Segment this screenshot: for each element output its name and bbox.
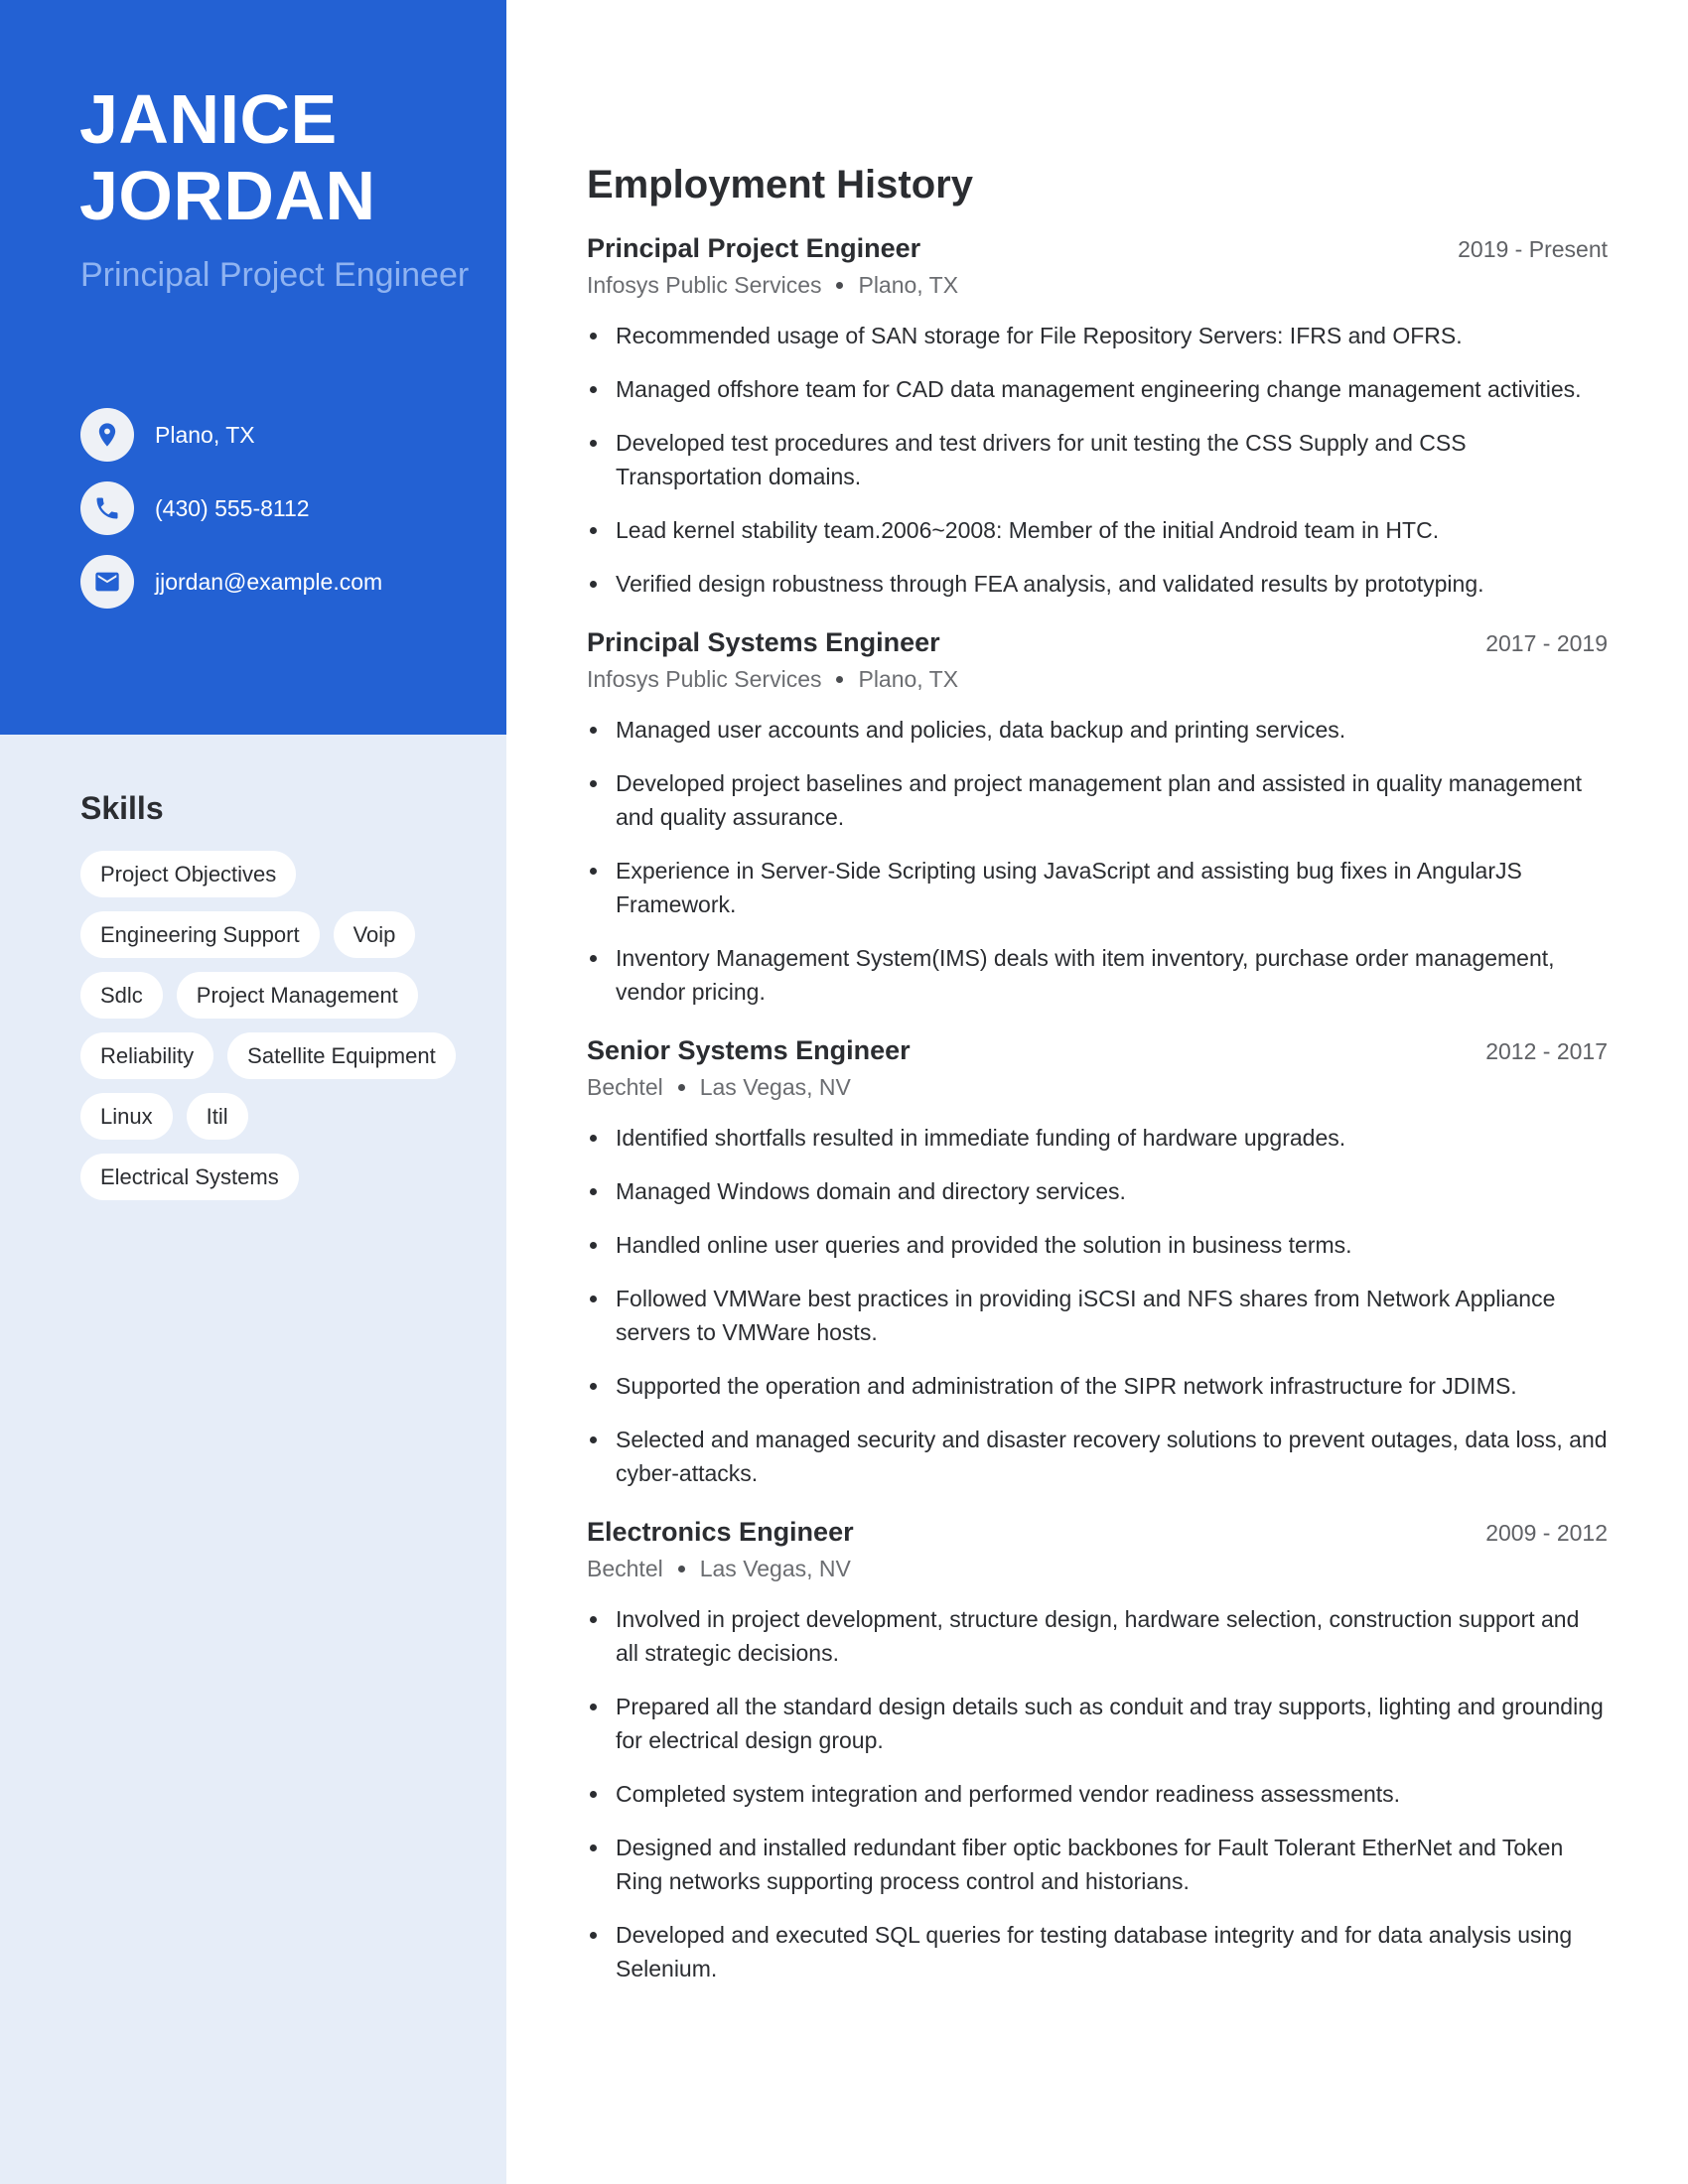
job-entry: Senior Systems Engineer 2012 - 2017 Bechte… [587,1032,1608,1490]
job-bullets: Involved in project development, structu… [587,1602,1608,1985]
main-content: Employment History Principal Project Eng… [587,159,1608,2009]
job-location: Plano, TX [858,272,959,298]
job-bullet: Recommended usage of SAN storage for Fil… [587,319,1608,352]
job-entry: Electronics Engineer 2009 - 2012 Bechtel La… [587,1514,1608,1985]
skills-heading: Skills [80,790,164,826]
job-bullet: Managed user accounts and policies, data… [587,713,1608,747]
job-bullets: Identified shortfalls resulted in immedi… [587,1121,1608,1490]
job-bullet: Handled online user queries and provided… [587,1228,1608,1262]
contact-location-text: Plano, TX [155,421,255,448]
contact-list: Plano, TX (430) 555-8112 jjordan@example… [80,408,382,628]
envelope-icon [80,555,134,609]
last-name: JORDAN [79,157,376,234]
job-header: Senior Systems Engineer 2012 - 2017 [587,1032,1608,1069]
job-bullet: Managed Windows domain and directory ser… [587,1174,1608,1208]
skills-list: Project Objectives Engineering Support V… [80,851,478,1214]
contact-phone: (430) 555-8112 [80,481,382,535]
phone-icon [80,481,134,535]
location-pin-icon [80,408,134,462]
job-bullet: Developed project baselines and project … [587,766,1608,834]
job-meta: Bechtel Las Vegas, NV [587,1551,1608,1586]
candidate-name: JANICE JORDAN [79,81,496,234]
separator-dot-icon [677,1565,685,1572]
contact-email-text[interactable]: jjordan@example.com [155,569,382,596]
skill-chip: Satellite Equipment [227,1032,456,1079]
contact-location: Plano, TX [80,408,382,462]
skill-chip: Linux [80,1093,173,1140]
contact-email: jjordan@example.com [80,555,382,609]
job-header: Electronics Engineer 2009 - 2012 [587,1514,1608,1551]
job-bullet: Managed offshore team for CAD data manag… [587,372,1608,406]
job-title: Electronics Engineer [587,1517,854,1547]
job-location: Las Vegas, NV [699,1074,851,1100]
job-list: Principal Project Engineer 2019 - Present… [587,230,1608,1985]
job-company: Infosys Public Services [587,272,822,298]
job-header: Principal Systems Engineer 2017 - 2019 [587,624,1608,661]
first-name: JANICE [79,80,338,158]
job-meta: Infosys Public Services Plano, TX [587,267,1608,303]
skill-chip: Project Objectives [80,851,297,897]
separator-dot-icon [677,1083,685,1091]
job-header: Principal Project Engineer 2019 - Present [587,230,1608,267]
job-meta: Bechtel Las Vegas, NV [587,1069,1608,1105]
job-bullets: Managed user accounts and policies, data… [587,713,1608,1009]
job-bullet: Developed test procedures and test drive… [587,426,1608,493]
candidate-headline: Principal Project Engineer [80,256,470,294]
job-bullet: Experience in Server-Side Scripting usin… [587,854,1608,921]
job-bullet: Verified design robustness through FEA a… [587,567,1608,601]
contact-phone-text[interactable]: (430) 555-8112 [155,495,310,522]
sidebar-header: JANICE JORDAN Principal Project Engineer… [0,0,506,735]
job-location: Las Vegas, NV [699,1556,851,1581]
job-entry: Principal Project Engineer 2019 - Present… [587,230,1608,601]
job-dates: 2017 - 2019 [1485,630,1608,656]
job-bullet: Identified shortfalls resulted in immedi… [587,1121,1608,1155]
job-bullet: Followed VMWare best practices in provid… [587,1282,1608,1349]
skill-chip: Sdlc [80,972,163,1019]
job-bullet: Supported the operation and administrati… [587,1369,1608,1403]
skill-chip: Voip [333,911,416,958]
sidebar: JANICE JORDAN Principal Project Engineer… [0,0,506,2184]
job-meta: Infosys Public Services Plano, TX [587,661,1608,697]
job-company: Bechtel [587,1556,663,1581]
job-bullet: Selected and managed security and disast… [587,1423,1608,1490]
job-bullet: Lead kernel stability team.2006~2008: Me… [587,513,1608,547]
job-bullet: Inventory Management System(IMS) deals w… [587,941,1608,1009]
skill-chip: Engineering Support [80,911,320,958]
job-company: Bechtel [587,1074,663,1100]
skill-chip: Itil [186,1093,248,1140]
separator-dot-icon [836,675,844,683]
job-title: Principal Project Engineer [587,233,921,263]
job-bullets: Recommended usage of SAN storage for Fil… [587,319,1608,601]
job-location: Plano, TX [858,666,959,692]
job-bullet: Developed and executed SQL queries for t… [587,1918,1608,1985]
job-bullet: Prepared all the standard design details… [587,1690,1608,1757]
job-bullet: Designed and installed redundant fiber o… [587,1831,1608,1898]
job-dates: 2012 - 2017 [1485,1038,1608,1064]
skill-chip: Project Management [176,972,418,1019]
skill-chip: Reliability [80,1032,214,1079]
job-bullet: Completed system integration and perform… [587,1777,1608,1811]
job-title: Principal Systems Engineer [587,627,940,657]
job-entry: Principal Systems Engineer 2017 - 2019 Inf… [587,624,1608,1009]
employment-history-heading: Employment History [587,163,973,206]
separator-dot-icon [836,281,844,289]
job-dates: 2009 - 2012 [1485,1520,1608,1546]
job-bullet: Involved in project development, structu… [587,1602,1608,1670]
job-dates: 2019 - Present [1458,236,1608,262]
skill-chip: Electrical Systems [80,1154,299,1200]
job-title: Senior Systems Engineer [587,1035,911,1065]
job-company: Infosys Public Services [587,666,822,692]
